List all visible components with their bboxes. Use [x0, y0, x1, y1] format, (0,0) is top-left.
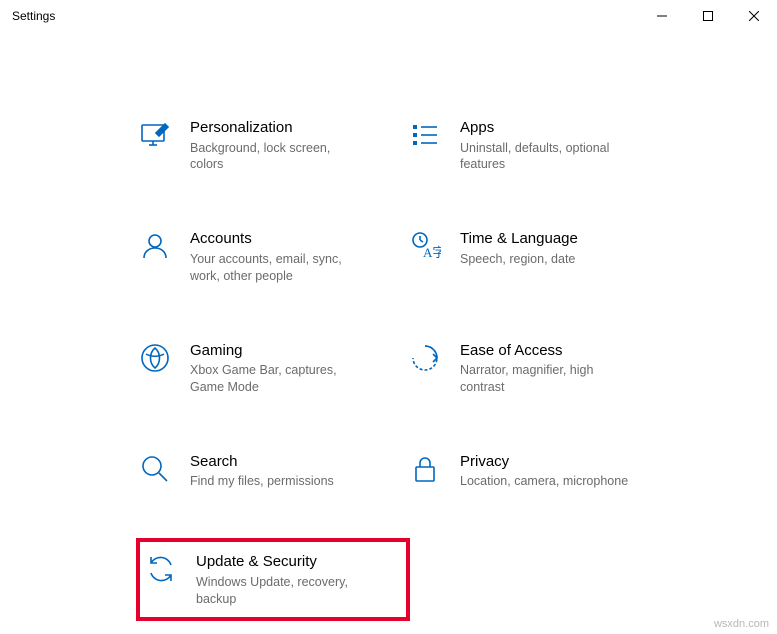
window-title: Settings — [12, 9, 55, 23]
tile-desc: Find my files, permissions — [190, 473, 365, 490]
tile-desc: Your accounts, email, sync, work, other … — [190, 251, 365, 285]
search-icon — [138, 452, 172, 486]
tile-title: Apps — [460, 118, 672, 138]
tile-personalization[interactable]: Personalization Background, lock screen,… — [138, 112, 408, 179]
tile-desc: Xbox Game Bar, captures, Game Mode — [190, 362, 365, 396]
tile-desc: Speech, region, date — [460, 251, 635, 268]
lock-icon — [408, 452, 442, 486]
tile-title: Time & Language — [460, 229, 672, 249]
settings-grid: Personalization Background, lock screen,… — [138, 112, 717, 619]
tile-time-language[interactable]: A字 Time & Language Speech, region, date — [408, 223, 678, 290]
tile-title: Gaming — [190, 341, 402, 361]
time-language-icon: A字 — [408, 229, 442, 263]
window-controls — [639, 0, 777, 32]
tile-title: Update & Security — [196, 552, 402, 572]
titlebar: Settings — [0, 0, 777, 32]
personalization-icon — [138, 118, 172, 152]
tile-gaming[interactable]: Gaming Xbox Game Bar, captures, Game Mod… — [138, 335, 408, 402]
apps-icon — [408, 118, 442, 152]
watermark: wsxdn.com — [714, 618, 769, 630]
close-button[interactable] — [731, 0, 777, 32]
tile-desc: Uninstall, defaults, optional features — [460, 140, 635, 174]
tile-desc: Windows Update, recovery, backup — [196, 574, 371, 608]
settings-content: Personalization Background, lock screen,… — [0, 32, 777, 619]
tile-desc: Narrator, magnifier, high contrast — [460, 362, 635, 396]
tile-title: Accounts — [190, 229, 402, 249]
tile-title: Privacy — [460, 452, 672, 472]
tile-update-security[interactable]: Update & Security Windows Update, recove… — [138, 540, 408, 619]
accounts-icon — [138, 229, 172, 263]
tile-accounts[interactable]: Accounts Your accounts, email, sync, wor… — [138, 223, 408, 290]
maximize-button[interactable] — [685, 0, 731, 32]
tile-desc: Background, lock screen, colors — [190, 140, 365, 174]
tile-ease-of-access[interactable]: Ease of Access Narrator, magnifier, high… — [408, 335, 678, 402]
tile-desc: Location, camera, microphone — [460, 473, 635, 490]
minimize-button[interactable] — [639, 0, 685, 32]
tile-title: Ease of Access — [460, 341, 672, 361]
update-icon — [144, 552, 178, 586]
tile-privacy[interactable]: Privacy Location, camera, microphone — [408, 446, 678, 496]
gaming-icon — [138, 341, 172, 375]
svg-text:A字: A字 — [423, 245, 441, 260]
tile-apps[interactable]: Apps Uninstall, defaults, optional featu… — [408, 112, 678, 179]
ease-of-access-icon — [408, 341, 442, 375]
tile-title: Personalization — [190, 118, 402, 138]
tile-search[interactable]: Search Find my files, permissions — [138, 446, 408, 496]
tile-title: Search — [190, 452, 402, 472]
